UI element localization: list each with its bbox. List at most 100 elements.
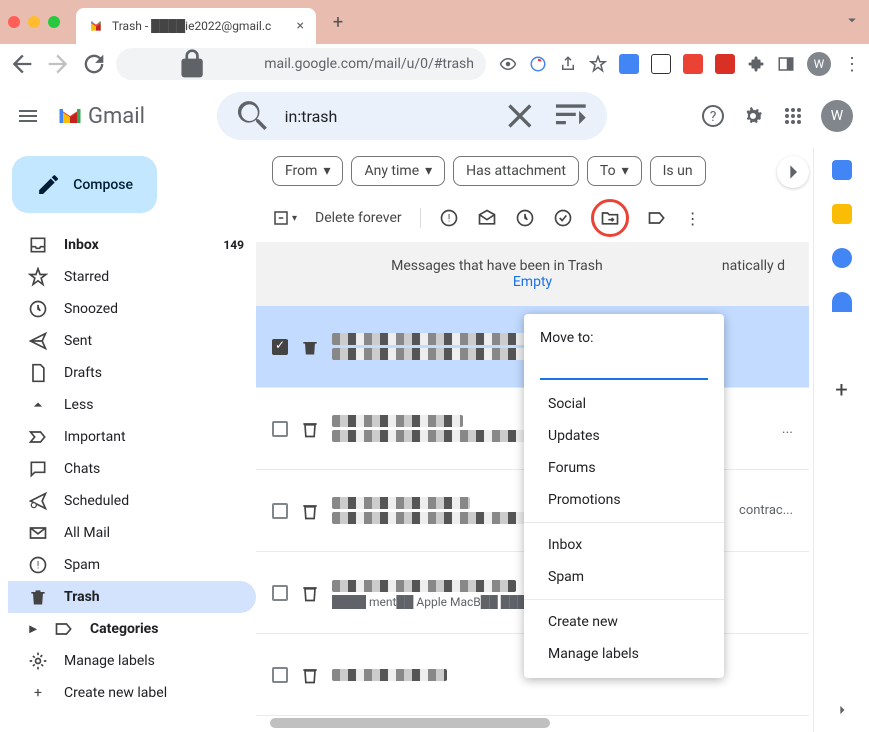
star-icon[interactable] [589, 55, 607, 73]
divider [420, 208, 421, 228]
sidebar-item-manage-labels[interactable]: Manage labels [8, 645, 256, 677]
share-icon[interactable] [559, 55, 577, 73]
popup-item-spam[interactable]: Spam [524, 561, 724, 593]
chip-is-unread[interactable]: Is un [650, 156, 706, 186]
select-all-checkbox[interactable]: ▾ [272, 209, 297, 227]
search-options-icon[interactable] [551, 92, 591, 140]
chip-anytime[interactable]: Any time ▾ [351, 156, 445, 186]
email-checkbox[interactable] [272, 421, 288, 437]
gmail-body: Compose Inbox149 Starred Snoozed Sent Dr… [0, 148, 869, 732]
label-icon [54, 619, 74, 639]
star-icon [28, 267, 48, 287]
trash-icon [300, 665, 320, 685]
move-to-icon[interactable] [600, 208, 620, 228]
email-checkbox[interactable] [272, 503, 288, 519]
sidebar-item-drafts[interactable]: Drafts [8, 357, 256, 389]
back-button[interactable] [8, 50, 36, 78]
sidebar-item-important[interactable]: Important [8, 421, 256, 453]
clear-search-icon[interactable] [500, 92, 540, 140]
labels-icon[interactable] [647, 208, 667, 228]
eye-icon[interactable] [499, 55, 517, 73]
ext-icon-1[interactable] [619, 54, 639, 74]
popup-item-social[interactable]: Social [524, 388, 724, 420]
new-tab-button[interactable]: + [324, 8, 352, 36]
sidebar-item-inbox[interactable]: Inbox149 [8, 229, 256, 261]
email-checkbox[interactable] [272, 339, 288, 355]
popup-item-promotions[interactable]: Promotions [524, 484, 724, 516]
sidebar-item-scheduled[interactable]: Scheduled [8, 485, 256, 517]
close-tab-icon[interactable]: × [297, 18, 304, 34]
sidebar-item-less[interactable]: Less [8, 389, 256, 421]
maximize-window-button[interactable] [48, 16, 60, 28]
reload-button[interactable] [80, 50, 108, 78]
close-window-button[interactable] [8, 16, 20, 28]
tasks-icon[interactable] [832, 248, 852, 268]
delete-forever-button[interactable]: Delete forever [315, 210, 402, 226]
sidebar-item-allmail[interactable]: All Mail [8, 517, 256, 549]
snooze-icon[interactable] [515, 208, 535, 228]
profile-avatar[interactable]: W [807, 52, 831, 76]
search-box[interactable] [217, 92, 607, 140]
sidebar-item-snoozed[interactable]: Snoozed [8, 293, 256, 325]
calendar-icon[interactable] [832, 160, 852, 180]
divider [524, 599, 724, 600]
sidebar-item-starred[interactable]: Starred [8, 261, 256, 293]
mark-unread-icon[interactable] [477, 208, 497, 228]
chip-has-attachment[interactable]: Has attachment [453, 156, 579, 186]
settings-icon[interactable] [741, 104, 765, 128]
tab-overflow-icon[interactable] [843, 11, 861, 33]
sidebar-item-sent[interactable]: Sent [8, 325, 256, 357]
add-to-tasks-icon[interactable] [553, 208, 573, 228]
apps-icon[interactable] [781, 104, 805, 128]
sidebar-item-trash[interactable]: Trash [8, 581, 256, 613]
support-icon[interactable]: ? [701, 104, 725, 128]
keep-icon[interactable] [832, 204, 852, 224]
trash-icon [300, 419, 320, 439]
trash-banner: Messages that have been in Trash natical… [256, 242, 809, 306]
popup-item-create-new[interactable]: Create new [524, 606, 724, 638]
chips-scroll-right[interactable] [777, 156, 809, 188]
popup-search-input[interactable] [540, 358, 718, 374]
extensions-icon[interactable] [747, 55, 765, 73]
sidebar-item-create-label[interactable]: +Create new label [8, 677, 256, 709]
empty-trash-link[interactable]: Empty [513, 274, 552, 290]
browser-menu-icon[interactable]: ⋮ [843, 54, 861, 75]
url-input[interactable]: mail.google.com/mail/u/0/#trash [116, 48, 486, 80]
popup-item-manage-labels[interactable]: Manage labels [524, 638, 724, 670]
email-checkbox[interactable] [272, 585, 288, 601]
search-input[interactable] [285, 107, 488, 126]
ext-icon-2[interactable] [651, 54, 671, 74]
google-icon[interactable] [529, 55, 547, 73]
horizontal-scrollbar[interactable] [270, 718, 550, 728]
popup-item-updates[interactable]: Updates [524, 420, 724, 452]
minimize-window-button[interactable] [28, 16, 40, 28]
sidepanel-icon[interactable] [777, 55, 795, 73]
popup-search[interactable] [540, 358, 708, 380]
popup-item-forums[interactable]: Forums [524, 452, 724, 484]
chevron-right-icon: ▸ [28, 619, 38, 639]
email-checkbox[interactable] [272, 667, 288, 683]
add-addon-icon[interactable]: + [832, 380, 852, 400]
ext-icon-4[interactable] [715, 54, 735, 74]
chevron-down-icon: ▾ [425, 163, 432, 179]
forward-button[interactable] [44, 50, 72, 78]
ext-icon-3[interactable] [683, 54, 703, 74]
popup-item-inbox[interactable]: Inbox [524, 529, 724, 561]
main-menu-icon[interactable] [16, 104, 40, 128]
move-to-popup: Move to: Social Updates Forums Promotion… [524, 314, 724, 678]
sidebar-item-categories[interactable]: ▸Categories [8, 613, 256, 645]
sidebar-item-spam[interactable]: !Spam [8, 549, 256, 581]
more-icon[interactable]: ⋮ [685, 209, 701, 228]
collapse-panel-icon[interactable] [832, 700, 852, 720]
compose-button[interactable]: Compose [12, 156, 157, 213]
gmail-logo[interactable]: Gmail [56, 102, 145, 130]
browser-tab[interactable]: Trash - ████ie2022@gmail.c × [76, 8, 316, 44]
sidebar-item-chats[interactable]: Chats [8, 453, 256, 485]
account-avatar[interactable]: W [821, 100, 853, 132]
contacts-icon[interactable] [832, 292, 852, 312]
side-panel: + [813, 148, 869, 732]
inbox-icon [28, 235, 48, 255]
chip-to[interactable]: To ▾ [587, 156, 642, 186]
chip-from[interactable]: From ▾ [272, 156, 343, 186]
report-spam-icon[interactable]: ! [439, 208, 459, 228]
